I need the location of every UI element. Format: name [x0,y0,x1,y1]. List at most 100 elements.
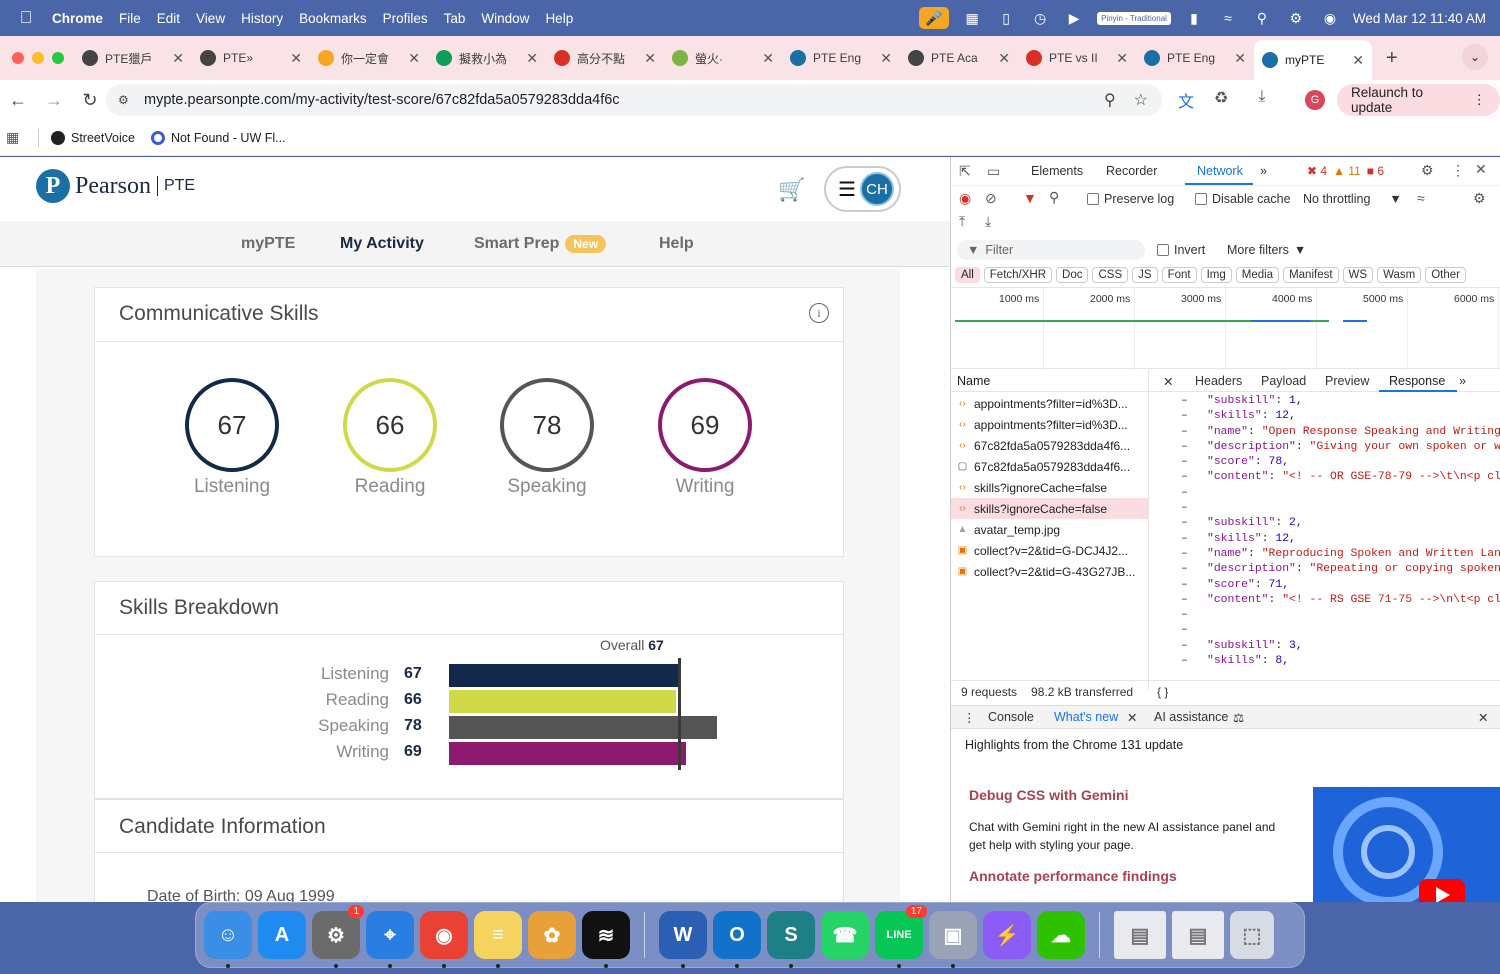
site-info-icon[interactable]: ⚙ [118,93,138,107]
safari-app-icon[interactable]: ⌖ [366,911,414,968]
more-tabs-chevron-icon[interactable]: » [1260,164,1267,178]
menu-tab[interactable]: Tab [436,11,474,26]
whats-new-heading-annotate[interactable]: Annotate performance findings [969,868,1177,884]
clear-log-icon[interactable]: ⊘ [985,190,997,207]
bookmark-streetvoice[interactable]: StreetVoice [51,130,135,145]
nav-my-activity[interactable]: My Activity [340,235,424,253]
tab-close-icon[interactable]: ✕ [644,50,656,67]
whatsapp-app-icon[interactable]: ☎ [821,911,869,959]
siri-icon[interactable]: ◉ [1319,8,1341,28]
disable-cache-checkbox[interactable]: Disable cache [1195,192,1291,206]
spotify-app-icon[interactable]: ≋ [582,911,630,968]
location-pin-icon[interactable]: ⚲ [1104,90,1116,110]
network-settings-gear-icon[interactable]: ⚙ [1473,190,1486,207]
network-request-row[interactable]: ▣ collect?v=2&tid=G-43G27JB... [951,561,1148,582]
resource-type-filter-chip[interactable]: Doc [1056,267,1089,283]
bookmark-not-found[interactable]: Not Found - UW Fl... [150,130,286,145]
profile-avatar[interactable]: G [1305,90,1325,110]
import-har-upload-icon[interactable]: ⤒ [959,213,965,230]
apps-grid-icon[interactable]: ▦ [6,129,34,146]
menu-profiles[interactable]: Profiles [375,11,436,26]
tab-close-icon[interactable]: ✕ [1352,52,1364,69]
tab-network[interactable]: Network [1197,164,1243,178]
throttling-select[interactable]: No throttling ▼ [1303,192,1402,206]
browser-tab[interactable]: 你一定會 ✕ [310,41,428,75]
tab-close-icon[interactable]: ✕ [880,50,892,67]
menu-bookmarks[interactable]: Bookmarks [291,11,375,26]
word-app-icon[interactable]: W [659,911,707,968]
finder-app-icon[interactable]: ☺ [204,911,252,968]
tab-close-icon[interactable]: ✕ [1234,50,1246,67]
window-layout-icon[interactable]: ▦ [961,8,983,28]
drawer-menu-icon[interactable]: ⋮ [963,710,976,725]
whats-new-video-thumbnail[interactable] [1313,787,1500,902]
resource-type-filter-chip[interactable]: Other [1425,267,1466,283]
resource-type-filter-chip[interactable]: Wasm [1377,267,1422,283]
search-icon[interactable]: ⚲ [1049,189,1059,206]
menu-view[interactable]: View [188,11,233,26]
browser-tab[interactable]: myPTE ✕ [1254,40,1372,80]
outlook-app-icon[interactable]: O [713,911,761,968]
resource-type-filter-chip[interactable]: Font [1161,267,1197,283]
chrome-app-icon[interactable]: ◉ [420,911,468,968]
tab-search-chevron-icon[interactable]: ⌄ [1462,44,1488,70]
resource-type-filter-chip[interactable]: Img [1200,267,1232,283]
wechat-app-icon[interactable]: ☁ [1037,911,1085,959]
tab-close-icon[interactable]: ✕ [408,50,420,67]
browser-tab[interactable]: PTE Aca ✕ [900,41,1018,75]
wifi-icon[interactable]: ≈ [1217,8,1239,28]
network-request-row[interactable]: ‹› skills?ignoreCache=false [951,477,1148,498]
network-request-row[interactable]: ‹› appointments?filter=id%3D... [951,393,1148,414]
close-window-button[interactable] [12,52,24,64]
nav-mypte[interactable]: myPTE [241,235,295,253]
resource-type-filter-chip[interactable]: CSS [1092,267,1129,283]
nav-smart-prep[interactable]: Smart Prep New [474,235,607,253]
close-detail-icon[interactable]: ✕ [1163,374,1173,389]
browser-tab[interactable]: PTE獵戶 ✕ [74,41,192,75]
recent-window-2-icon[interactable]: ▤ [1172,911,1224,959]
translate-icon[interactable]: 文 [1178,88,1194,112]
bookmark-star-icon[interactable]: ☆ [1134,90,1148,110]
menu-history[interactable]: History [233,11,291,26]
tab-preview[interactable]: Preview [1325,374,1369,388]
apple-menu-icon[interactable]:  [8,8,44,28]
response-body[interactable]: – "subskill": 1, – "skills": 12, – "name": "O… [1149,395,1500,675]
resource-type-filter-chip[interactable]: WS [1342,267,1374,283]
browser-tab[interactable]: 高分不點 ✕ [546,41,664,75]
line-app-icon[interactable]: LINE 17 [875,905,927,968]
system-settings-app-icon[interactable]: ⚙ 1 [312,905,364,968]
devtools-close-icon[interactable]: ✕ [1475,161,1487,178]
preserve-log-checkbox[interactable]: Preserve log [1087,192,1174,206]
menu-app-name[interactable]: Chrome [44,11,111,26]
info-icon[interactable]: i [809,303,829,323]
zoom-window-button[interactable] [52,52,64,64]
resource-type-filter-chip[interactable]: Manifest [1283,267,1339,283]
resource-type-filter-chip[interactable]: All [955,267,980,283]
name-column-header[interactable]: Name [957,374,990,388]
drawer-tab-whats-new[interactable]: What's new [1054,710,1118,724]
browser-tab[interactable]: PTE Eng ✕ [1136,41,1254,75]
tab-close-icon[interactable]: ✕ [172,50,184,67]
tab-headers[interactable]: Headers [1195,374,1242,388]
reload-icon[interactable]: ↻ [72,90,108,111]
resource-type-filter-chip[interactable]: JS [1132,267,1158,283]
input-method-indicator[interactable]: Pinyin - Traditional [1097,11,1171,25]
filter-funnel-icon[interactable]: ▼ [1023,190,1037,206]
network-request-row[interactable]: ‹› appointments?filter=id%3D... [951,414,1148,435]
battery-vertical-icon[interactable]: ▯ [995,8,1017,28]
more-detail-tabs-chevron-icon[interactable]: » [1459,374,1466,388]
tab-close-icon[interactable]: ✕ [526,50,538,67]
relaunch-to-update-button[interactable]: Relaunch to update ⋮ [1337,84,1500,116]
filter-input[interactable]: ▼ Filter [957,240,1145,260]
browser-tab[interactable]: PTE vs II ✕ [1018,41,1136,75]
device-toolbar-icon[interactable]: ▭ [987,163,1000,180]
invert-checkbox[interactable]: Invert [1157,243,1205,257]
spotlight-search-icon[interactable]: ⚲ [1251,8,1273,28]
devtools-more-vert-icon[interactable]: ⋮ [1451,162,1465,179]
tab-close-icon[interactable]: ✕ [762,50,774,67]
recent-window-1-icon[interactable]: ▤ [1114,911,1166,959]
notes-app-icon[interactable]: ≡ [474,911,522,968]
tab-elements[interactable]: Elements [1031,164,1083,178]
tab-close-icon[interactable]: ✕ [1116,50,1128,67]
browser-tab[interactable]: PTE Eng ✕ [782,41,900,75]
